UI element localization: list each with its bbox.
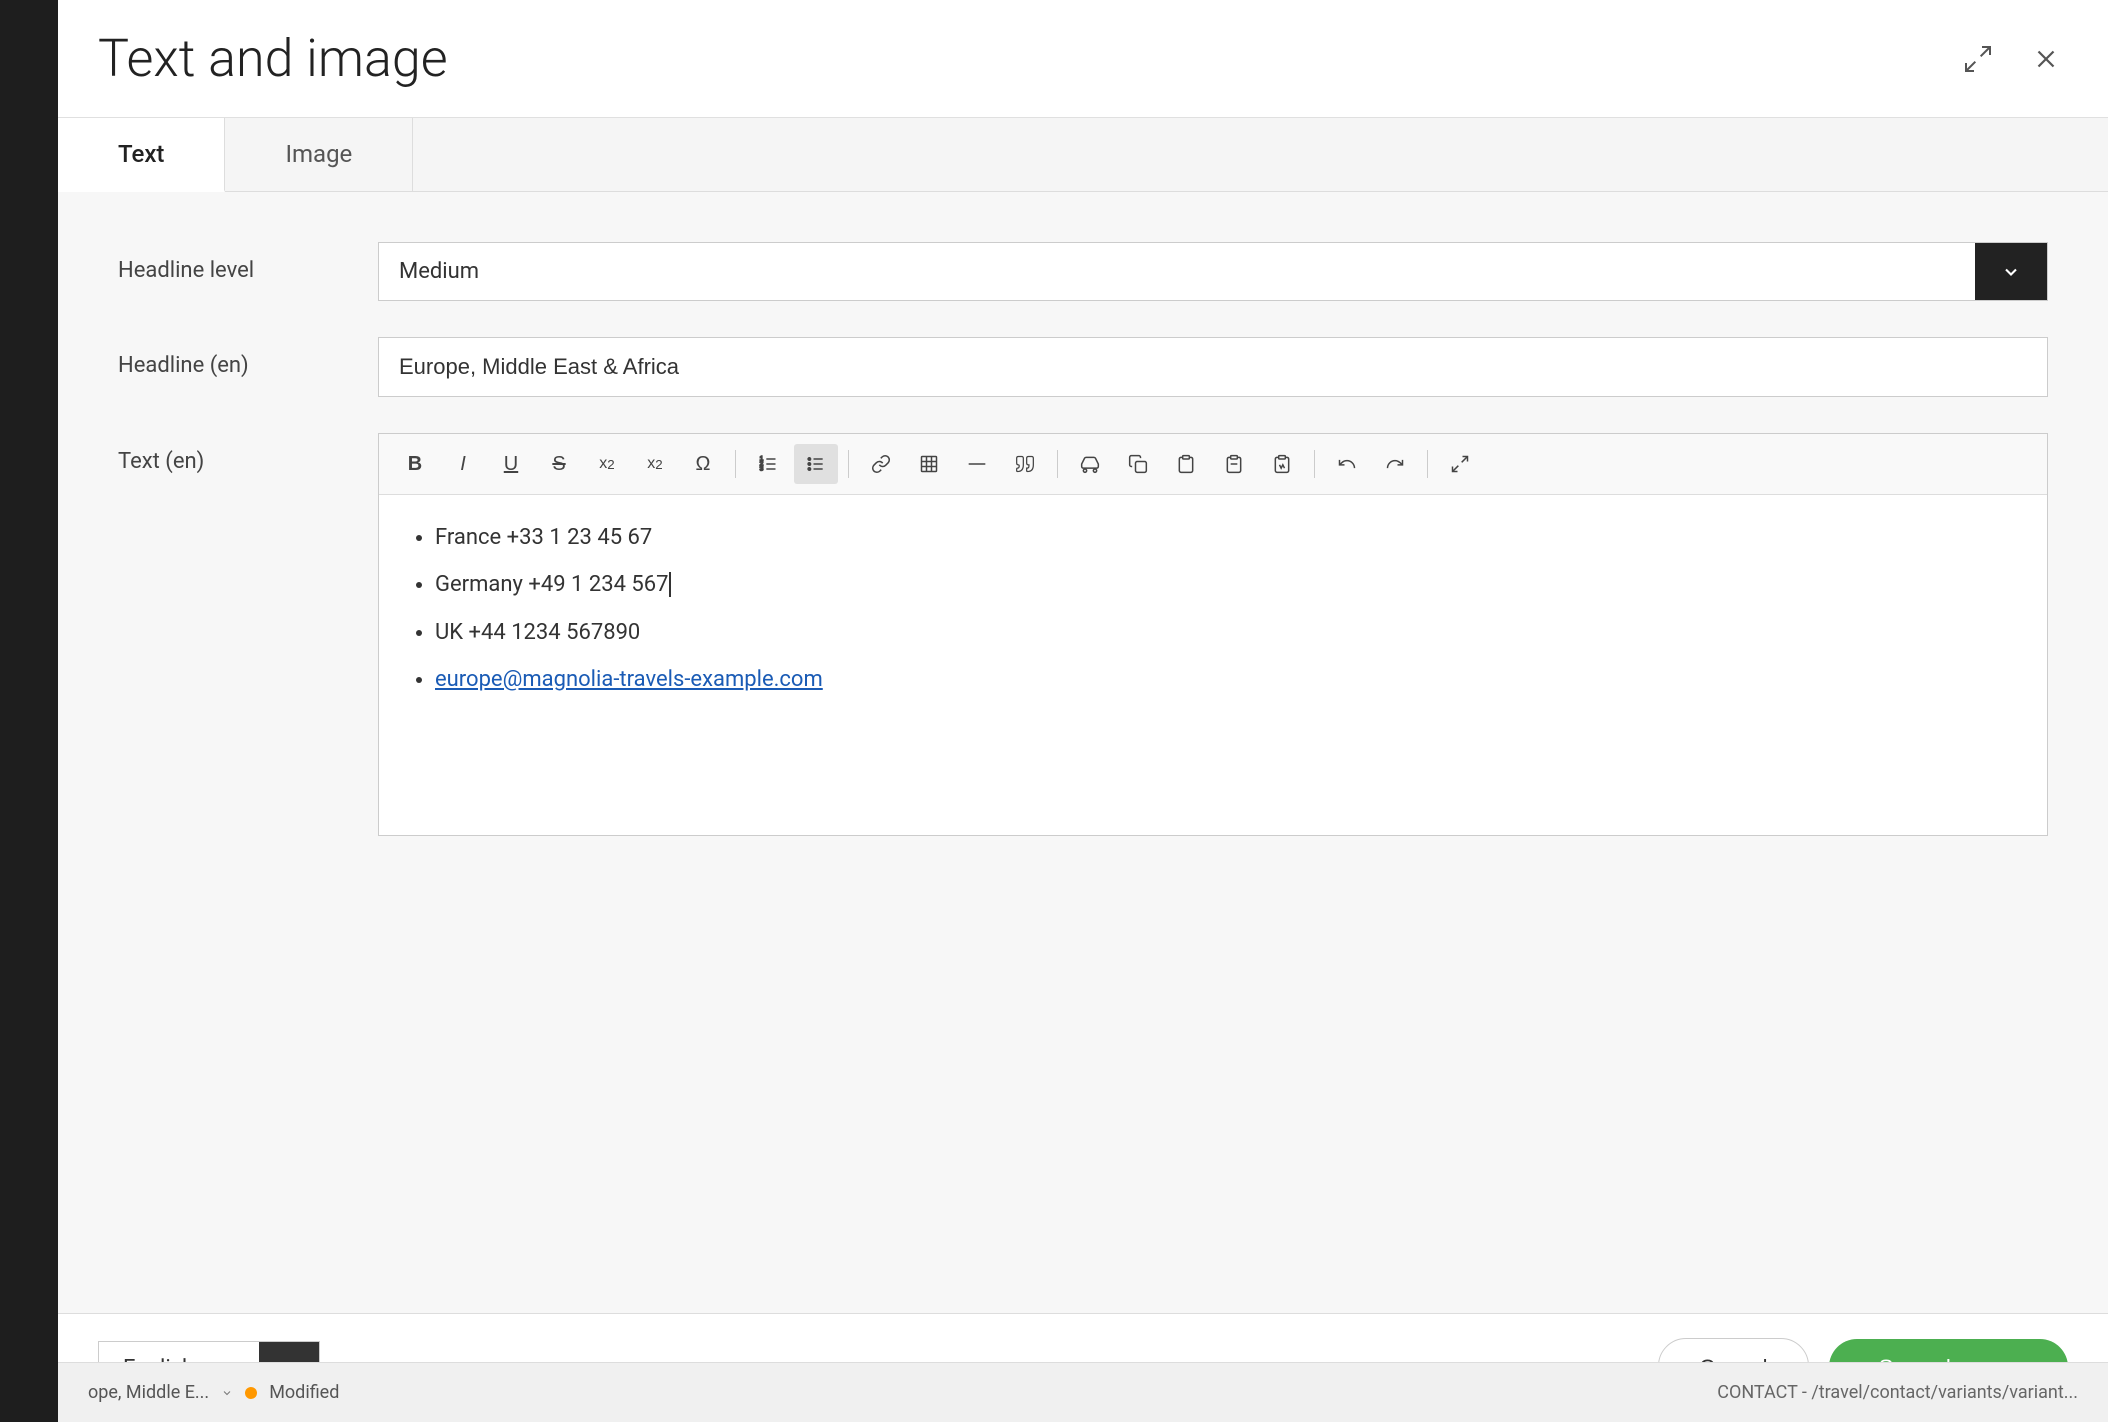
tab-text[interactable]: Text <box>58 118 225 192</box>
toolbar-separator-3 <box>1057 450 1058 478</box>
rich-text-editor: B I U S x2 x2 Ω 1 <box>378 433 2048 836</box>
rte-content-area[interactable]: France +33 1 23 45 67 Germany +49 1 234 … <box>379 495 2047 835</box>
headline-level-dropdown-btn[interactable] <box>1975 243 2047 300</box>
underline-button[interactable]: U <box>489 444 533 484</box>
modal-body: Headline level Medium Headline (en) <box>58 192 2108 1313</box>
toolbar-separator-5 <box>1427 450 1428 478</box>
superscript-button[interactable]: x2 <box>633 444 677 484</box>
rte-list-item-2: Germany +49 1 234 567 <box>435 566 2019 603</box>
toolbar-separator-4 <box>1314 450 1315 478</box>
copy-button[interactable] <box>1116 444 1160 484</box>
paste-button[interactable] <box>1164 444 1208 484</box>
tab-image[interactable]: Image <box>225 118 413 191</box>
modal-header-icons <box>1956 37 2068 81</box>
toolbar-separator-1 <box>735 450 736 478</box>
svg-text:3: 3 <box>760 466 764 473</box>
subscript-button[interactable]: x2 <box>585 444 629 484</box>
bold-button[interactable]: B <box>393 444 437 484</box>
headline-level-value: Medium <box>379 243 1975 300</box>
headline-level-select[interactable]: Medium <box>378 242 2048 301</box>
rte-list-item-1: France +33 1 23 45 67 <box>435 519 2019 556</box>
rte-list-item-4: europe@magnolia-travels-example.com <box>435 661 2019 698</box>
email-link[interactable]: europe@magnolia-travels-example.com <box>435 667 823 692</box>
headline-en-field: Headline (en) <box>118 337 2048 397</box>
fullscreen-rte-button[interactable] <box>1438 444 1482 484</box>
headline-level-label: Headline level <box>118 242 378 283</box>
tabs-row: Text Image <box>58 118 2108 192</box>
headline-en-control <box>378 337 2048 397</box>
text-cursor <box>669 572 671 597</box>
redo-button[interactable] <box>1373 444 1417 484</box>
cut-button[interactable] <box>1068 444 1112 484</box>
rte-list-item-3: UK +44 1234 567890 <box>435 614 2019 651</box>
status-modified-dot <box>245 1387 257 1399</box>
status-bar: ope, Middle E... Modified CONTACT - /tra… <box>58 1362 2108 1422</box>
status-path: CONTACT - /travel/contact/variants/varia… <box>1717 1382 2078 1403</box>
headline-en-label: Headline (en) <box>118 337 378 378</box>
headline-level-field: Headline level Medium <box>118 242 2048 301</box>
status-modified-label: Modified <box>269 1382 339 1403</box>
headline-en-input[interactable] <box>378 337 2048 397</box>
undo-button[interactable] <box>1325 444 1369 484</box>
status-page-label: ope, Middle E... <box>88 1382 209 1403</box>
headline-level-control: Medium <box>378 242 2048 301</box>
modal-title: Text and image <box>98 28 1956 89</box>
modal-dialog: Text and image Text Ima <box>58 0 2108 1422</box>
paste-from-word-button[interactable] <box>1260 444 1304 484</box>
special-chars-button[interactable]: Ω <box>681 444 725 484</box>
expand-icon[interactable] <box>1956 37 2000 81</box>
unordered-list-button[interactable] <box>794 444 838 484</box>
hr-button[interactable] <box>955 444 999 484</box>
blockquote-button[interactable] <box>1003 444 1047 484</box>
rte-toolbar: B I U S x2 x2 Ω 1 <box>379 434 2047 495</box>
italic-button[interactable]: I <box>441 444 485 484</box>
modal-header: Text and image <box>58 0 2108 118</box>
status-chevron-icon <box>221 1387 233 1399</box>
status-left: ope, Middle E... Modified <box>88 1382 339 1403</box>
ordered-list-button[interactable]: 1 2 3 <box>746 444 790 484</box>
strikethrough-button[interactable]: S <box>537 444 581 484</box>
link-button[interactable] <box>859 444 903 484</box>
text-en-control: B I U S x2 x2 Ω 1 <box>378 433 2048 836</box>
toolbar-separator-2 <box>848 450 849 478</box>
insert-table-button[interactable] <box>907 444 951 484</box>
paste-text-button[interactable] <box>1212 444 1256 484</box>
text-en-label: Text (en) <box>118 433 378 474</box>
text-en-field: Text (en) B I U S x2 x2 Ω <box>118 433 2048 836</box>
close-icon[interactable] <box>2024 37 2068 81</box>
